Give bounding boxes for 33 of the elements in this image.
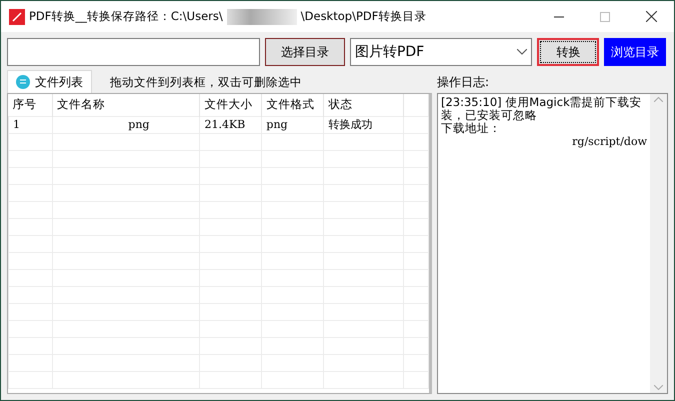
column-header[interactable]: 文件大小 (200, 94, 262, 116)
close-icon (646, 11, 656, 22)
chevron-up-icon (654, 97, 663, 102)
list-icon (16, 75, 30, 89)
mode-dropdown[interactable]: 图片转PDF (350, 38, 532, 66)
minimize-icon (554, 16, 564, 18)
tab[interactable]: 文件列表 (7, 70, 92, 93)
pdf-app-icon (9, 8, 25, 24)
log-line: rg/script/dow (571, 135, 647, 148)
maximize-icon (600, 12, 610, 22)
log-line: [23:35:10] 使用Magick需提前下载安装，已安装可忽略 (441, 96, 643, 122)
table-cell: 1 (8, 116, 52, 133)
convert-button[interactable]: 转换 (537, 38, 600, 66)
choose-folder-button[interactable]: 选择目录 (265, 38, 345, 66)
table-cell: 转换成功 (324, 116, 404, 133)
column-header[interactable]: 文件名称 (52, 94, 200, 116)
browse-folder-button[interactable]: 浏览目录 (604, 38, 666, 66)
column-header[interactable]: 文件格式 (262, 94, 324, 116)
table-cell: png (52, 116, 200, 133)
blurred-area (226, 8, 297, 24)
table-cell: png (262, 116, 324, 133)
window-title: \Desktop\PDF转换目录 (300, 9, 426, 24)
path-field[interactable] (7, 38, 260, 66)
chevron-down-icon (517, 49, 528, 55)
scrollbar[interactable] (650, 94, 667, 393)
hint-text: 拖动文件到列表框，双击可删除选中 (110, 75, 302, 91)
window-title: PDF转换__转换保存路径：C:\Users\ (29, 9, 223, 24)
chevron-down-icon (654, 385, 663, 390)
log-title: 操作日志: (437, 74, 490, 91)
table-cell: 21.4KB (200, 116, 262, 133)
log-line: 下载地址： (441, 122, 502, 135)
column-header[interactable]: 状态 (324, 94, 404, 116)
column-header[interactable]: 序号 (8, 94, 52, 116)
